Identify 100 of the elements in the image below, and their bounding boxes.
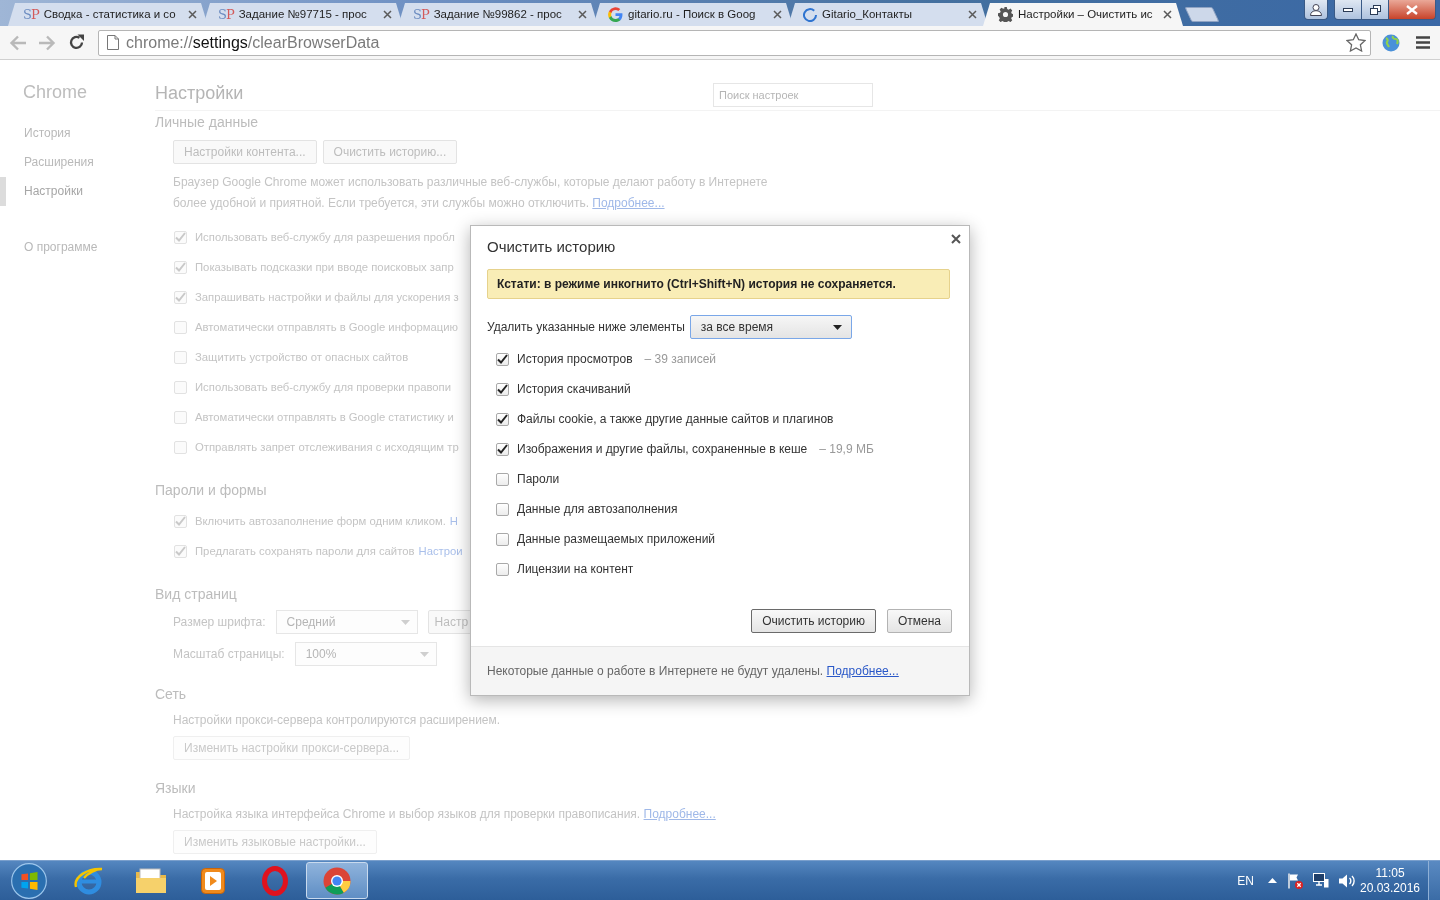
- e-logo-icon: [74, 866, 104, 895]
- gear-icon: [998, 7, 1013, 22]
- checkbox-label: Изображения и другие файлы, сохраненные в кеше: [517, 441, 808, 458]
- checkbox-label: Лицензии на контент: [517, 561, 634, 578]
- restore-icon: [1369, 4, 1381, 15]
- dropdown[interactable]: Средний: [275, 610, 418, 634]
- dialog-title: Очистить историю: [487, 237, 616, 257]
- checkbox[interactable]: [496, 562, 509, 576]
- star-icon[interactable]: [1346, 33, 1366, 52]
- checkbox-label: Файлы cookie, а также другие данные сайтов и плагинов: [517, 411, 834, 428]
- close-icon[interactable]: [188, 10, 197, 19]
- close-icon[interactable]: [578, 10, 587, 19]
- checkbox[interactable]: [496, 382, 509, 396]
- checkbox-label: Автоматически отправлять в Google информацию: [195, 319, 459, 335]
- browser-tab[interactable]: SP Задание №99862 - прос: [398, 3, 598, 26]
- checkbox-label: Данные размещаемых приложений: [517, 531, 716, 548]
- circle-logo-icon: [323, 866, 351, 895]
- language-indicator[interactable]: EN: [1237, 871, 1254, 890]
- description-text: Настройки прокси-сервера контролируются расширением.: [173, 712, 502, 729]
- page-button[interactable]: Очистить историю...: [322, 140, 458, 164]
- browser-tab[interactable]: Настройки – Очистить ис: [983, 3, 1183, 26]
- caret-icon: [832, 324, 842, 330]
- new-tab-button[interactable]: [1184, 7, 1220, 22]
- checkbox[interactable]: [496, 472, 509, 486]
- close-icon[interactable]: [773, 10, 782, 19]
- caret-icon: [400, 619, 410, 625]
- minimize-button[interactable]: [1334, 0, 1362, 20]
- checkbox[interactable]: [496, 502, 509, 516]
- field-label: Масштаб страницы:: [173, 646, 285, 663]
- more-link[interactable]: Подробнее...: [592, 196, 665, 210]
- browser-tab[interactable]: Gitario_Контакты: [788, 3, 988, 26]
- footer-text: Некоторые данные о работе в Интернете не будут удалены. Подробнее...: [487, 663, 899, 680]
- flag-icon[interactable]: [1287, 872, 1303, 889]
- checkbox-label: Предлагать сохранять пароли для сайтов: [195, 543, 415, 559]
- checkbox-label: Использовать веб-службу для проверки правопи: [195, 379, 452, 395]
- sidebar-item[interactable]: Настройки: [0, 177, 155, 206]
- dialog-button[interactable]: Отмена: [886, 609, 952, 633]
- checkbox-label: Автоматически отправлять в Google статистику и: [195, 409, 454, 425]
- site-logo: SP: [23, 6, 39, 23]
- description-text: Настройка языка интерфейса Chrome и выбор языков для проверки правописания. Подробнее...: [173, 806, 717, 823]
- person-icon: [1310, 3, 1322, 16]
- restore-button[interactable]: [1362, 0, 1389, 20]
- close-icon[interactable]: [1163, 10, 1172, 19]
- checkbox-label: Пароли: [517, 471, 560, 488]
- site-logo: SP: [413, 6, 429, 23]
- sidebar-title: Chrome: [22, 81, 89, 104]
- play-icon: [201, 867, 225, 894]
- section-heading: Вид страниц: [155, 585, 237, 604]
- close-window-button[interactable]: [1389, 0, 1436, 20]
- checkbox-label: Защитить устройство от опасных сайтов: [195, 349, 409, 365]
- checkbox-label: История скачиваний: [517, 381, 631, 398]
- close-icon[interactable]: [951, 234, 961, 244]
- profile-button[interactable]: [1304, 0, 1328, 20]
- settings-link[interactable]: Н: [449, 512, 458, 530]
- search-field[interactable]: Поиск настроек: [713, 83, 873, 107]
- address-text: chrome://settings/clearBrowserData: [126, 32, 381, 53]
- description-text: Браузер Google Chrome может использовать различные веб-службы, которые делают работу в Интернете более удобной и приятной. Если требуется, эти службы можно отключить. Подробнее...: [173, 174, 769, 212]
- sidebar-item[interactable]: История: [0, 119, 155, 148]
- menu-icon[interactable]: [1416, 36, 1430, 49]
- range-dropdown[interactable]: за все время: [689, 315, 852, 339]
- browser-tab[interactable]: SP Задание №97715 - прос: [203, 3, 403, 26]
- section-heading: Языки: [155, 779, 196, 798]
- sidebar-item[interactable]: О программе: [0, 233, 155, 262]
- section-heading: Личные данные: [155, 113, 259, 132]
- minimize-icon: [1343, 7, 1353, 12]
- section-heading: Пароли и формы: [155, 481, 267, 500]
- address-bar[interactable]: chrome://settings/clearBrowserData: [98, 29, 1371, 56]
- speaker-icon[interactable]: [1339, 873, 1356, 888]
- settings-link[interactable]: Настрои: [418, 542, 463, 560]
- sidebar-item[interactable]: Расширения: [0, 148, 155, 177]
- ring-icon: [262, 865, 288, 896]
- start-button[interactable]: [11, 862, 47, 899]
- close-icon: [1406, 4, 1418, 15]
- item-detail: – 19,9 МБ: [819, 441, 874, 458]
- folder-icon: [135, 867, 167, 894]
- dialog-button[interactable]: Очистить историю: [751, 609, 876, 633]
- checkbox-label: Показывать подсказки при вводе поисковых запр: [195, 259, 454, 275]
- more-link[interactable]: Подробнее...: [826, 664, 899, 678]
- notice-banner: Кстати: в режиме инкогнито (Ctrl+Shift+N) история не сохраняется.: [487, 269, 950, 299]
- checkbox[interactable]: [496, 352, 509, 366]
- close-icon[interactable]: [968, 10, 977, 19]
- monitor-icon[interactable]: [1313, 873, 1329, 888]
- dropdown[interactable]: 100%: [294, 642, 437, 666]
- checkbox[interactable]: [496, 412, 509, 426]
- checkbox-label: Использовать веб-службу для разрешения пробл: [195, 229, 455, 245]
- browser-tab[interactable]: SP Сводка - статистика и со: [8, 3, 208, 26]
- browser-tab[interactable]: gitario.ru - Поиск в Goog: [593, 3, 793, 26]
- checkbox-label: История просмотров: [517, 351, 633, 368]
- chevron-up-icon[interactable]: [1268, 878, 1277, 883]
- taskbar-button[interactable]: [306, 862, 368, 899]
- reload-icon[interactable]: [68, 34, 85, 51]
- checkbox-label: Данные для автозаполнения: [517, 501, 678, 518]
- page-button[interactable]: Настройки контента...: [173, 140, 317, 164]
- checkbox[interactable]: [496, 442, 509, 456]
- checkbox-label: Включить автозаполнение форм одним кликом.: [195, 513, 446, 529]
- close-icon[interactable]: [383, 10, 392, 19]
- more-link[interactable]: Подробнее...: [643, 807, 716, 821]
- checkbox[interactable]: [496, 532, 509, 546]
- site-logo: SP: [218, 6, 234, 23]
- globe-icon[interactable]: [1382, 33, 1400, 52]
